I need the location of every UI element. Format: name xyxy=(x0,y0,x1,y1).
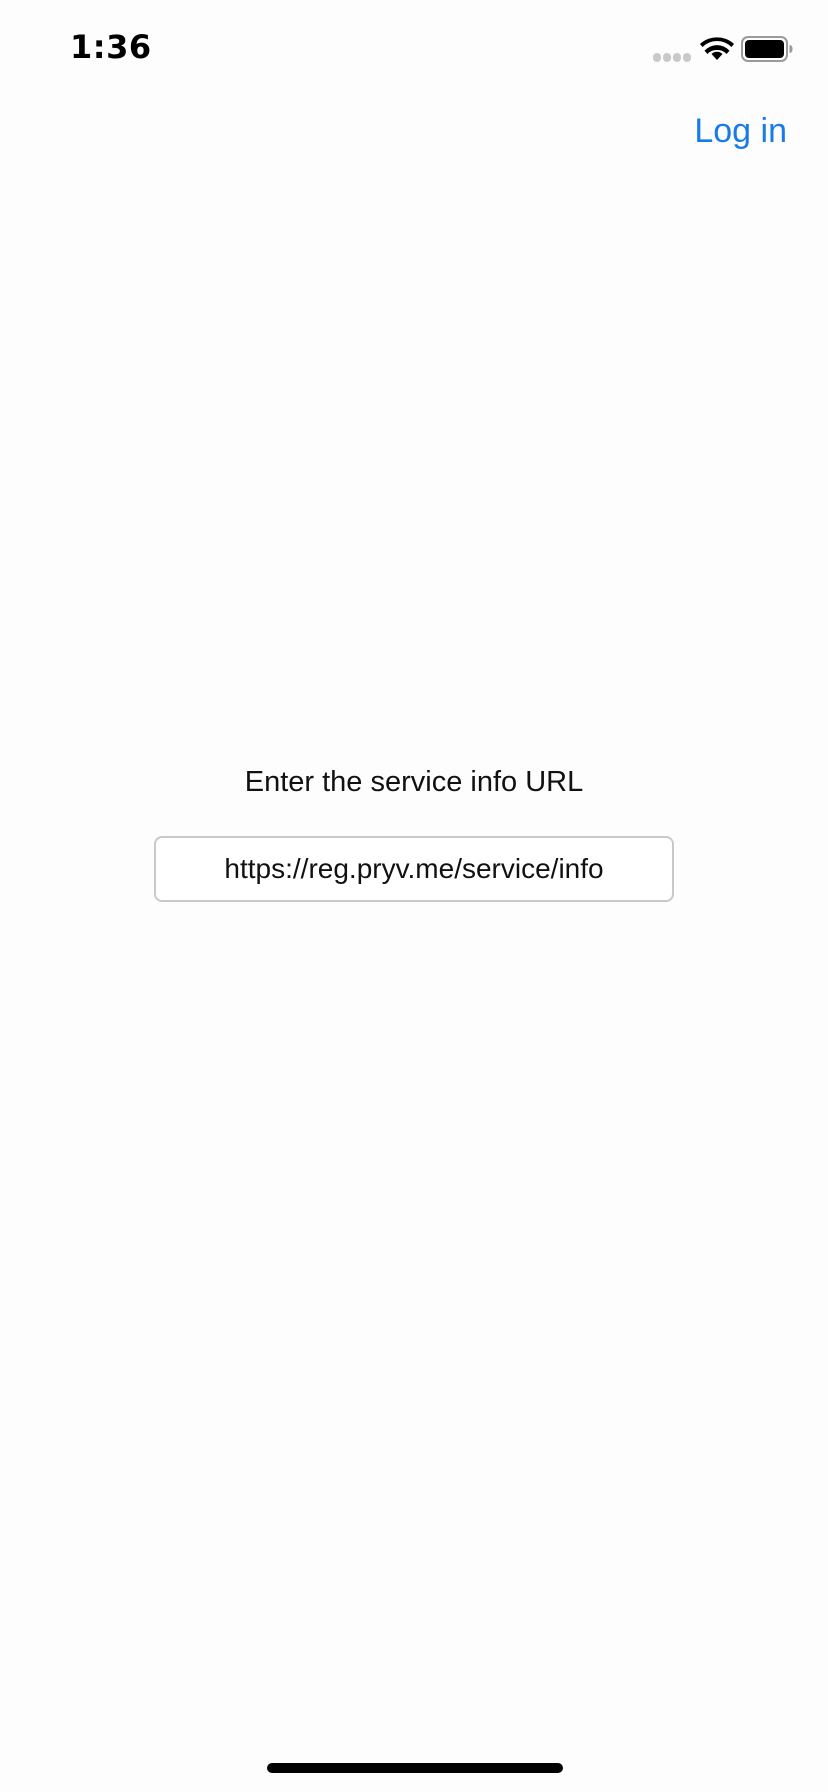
service-url-input[interactable] xyxy=(154,836,674,902)
status-bar: 1:36 xyxy=(0,0,828,96)
login-button[interactable]: Log in xyxy=(694,112,787,151)
service-url-prompt: Enter the service info URL xyxy=(244,766,584,798)
nav-bar: Log in xyxy=(0,96,828,176)
status-time: 1:36 xyxy=(70,28,152,66)
home-indicator[interactable] xyxy=(267,1763,563,1773)
battery-icon xyxy=(741,36,793,62)
wifi-icon xyxy=(700,37,734,60)
signal-icon xyxy=(653,53,691,62)
